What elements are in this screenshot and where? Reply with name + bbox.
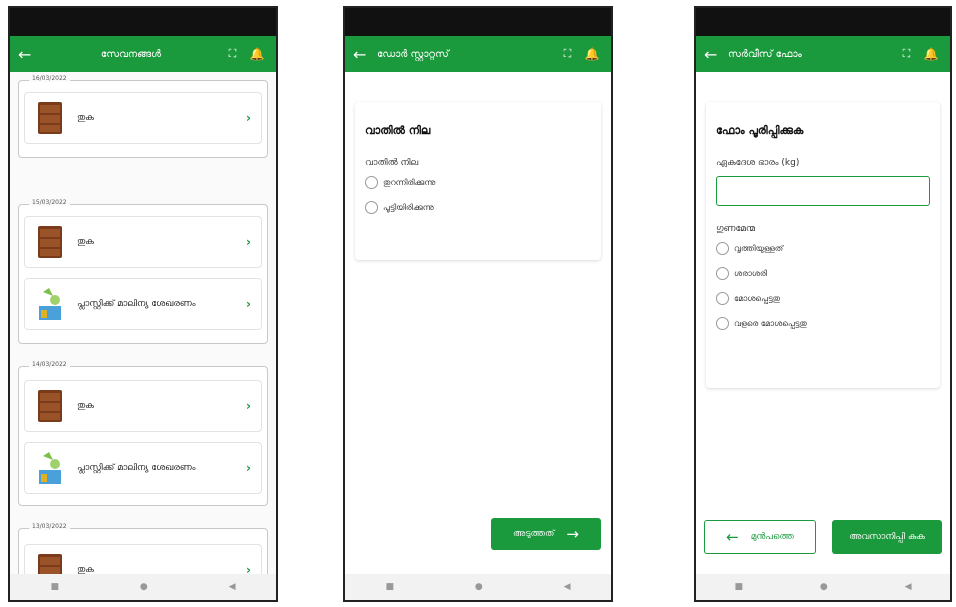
app-bar: ← സർവീസ് ഫോം ⛶ 🔔 [696,36,950,72]
next-button[interactable]: അടുത്തത് → [491,518,601,550]
app-bar: ← ഡോർ സ്റ്റാറ്റസ് ⛶ 🔔 [345,36,611,72]
door-status-content: വാതിൽ നില വാതിൽ നില തുറന്നിരിക്കുന്നു പൂ… [345,72,611,574]
bell-icon[interactable]: 🔔 [920,47,942,61]
home-icon[interactable]: ● [140,582,148,592]
services-list: 16/03/2022 തുക › 15/03/2022 തുക › പ്ലാസ്… [10,72,276,600]
radio-option-average[interactable]: ശരാശരി [716,267,930,280]
radio-button[interactable] [365,176,378,189]
service-item-label: തുക [77,113,94,123]
previous-button[interactable]: ← മുൻപത്തെ [704,520,816,554]
chevron-right-icon: › [246,297,251,311]
recents-icon[interactable]: ■ [734,582,743,592]
status-bar [345,8,611,36]
service-form-card: ഫോം പൂരിപ്പിക്കുക ഏകദേശ ഭാരം (kg) ഗുണമേന… [706,102,940,388]
question-label: വാതിൽ നില [365,158,419,168]
finish-button-label: അവസാനിപ്പി കുക [849,532,925,542]
service-item-label: പ്ലാസ്റ്റിക്ക് മാലിന്യ ശേഖരണം [77,299,196,309]
radio-option-clean[interactable]: വൃത്തിയുള്ളത് [716,242,930,255]
radio-label: വൃത്തിയുള്ളത് [734,243,784,253]
home-icon[interactable]: ● [475,582,483,592]
date-label: 14/03/2022 [29,361,70,368]
date-label: 15/03/2022 [29,199,70,206]
recents-icon[interactable]: ■ [50,582,59,592]
recycle-icon [39,288,61,320]
radio-label: പൂട്ടിയിരിക്കുന്നു [383,202,434,212]
back-nav-icon[interactable]: ◀ [564,582,571,592]
service-item-amount[interactable]: തുക › [24,92,262,144]
radio-option-open[interactable]: തുറന്നിരിക്കുന്നു [365,176,591,189]
arrow-right-icon: → [566,525,579,543]
system-nav-bar: ■ ● ◀ [10,574,276,600]
door-status-card: വാതിൽ നില വാതിൽ നില തുറന്നിരിക്കുന്നു പൂ… [355,102,601,260]
service-item-plastic[interactable]: പ്ലാസ്റ്റിക്ക് മാലിന്യ ശേഖരണം › [24,442,262,494]
recents-icon[interactable]: ■ [385,582,394,592]
system-nav-bar: ■ ● ◀ [696,574,950,600]
status-bar [696,8,950,36]
service-item-amount[interactable]: തുക › [24,216,262,268]
fullscreen-icon[interactable]: ⛶ [220,47,246,61]
radio-button[interactable] [716,292,729,305]
recycle-icon [39,452,61,484]
quality-label: ഗുണമേന്മ [716,224,756,234]
date-label: 13/03/2022 [29,523,70,530]
arrow-left-icon: ← [726,528,739,546]
chevron-right-icon: › [246,235,251,249]
radio-label: മോശപ്പെട്ടതു [734,293,781,303]
radio-button[interactable] [716,267,729,280]
service-item-label: തുക [77,237,94,247]
phone-services: ← സേവനങ്ങൾ ⛶ 🔔 16/03/2022 തുക › 15/03/20… [8,6,278,602]
date-label: 16/03/2022 [29,75,70,82]
service-item-label: തുക [77,401,94,411]
radio-button[interactable] [716,242,729,255]
radio-option-very-bad[interactable]: വളരെ മോശപ്പെട്ടതു [716,317,930,330]
back-nav-icon[interactable]: ◀ [905,582,912,592]
weight-label: ഏകദേശ ഭാരം (kg) [716,158,800,168]
app-bar: ← സേവനങ്ങൾ ⛶ 🔔 [10,36,276,72]
service-form-content: ഫോം പൂരിപ്പിക്കുക ഏകദേശ ഭാരം (kg) ഗുണമേന… [696,72,950,574]
bell-icon[interactable]: 🔔 [246,47,268,61]
radio-label: വളരെ മോശപ്പെട്ടതു [734,318,807,328]
card-heading: ഫോം പൂരിപ്പിക്കുക [716,124,804,137]
back-arrow-icon[interactable]: ← [353,45,377,64]
back-nav-icon[interactable]: ◀ [229,582,236,592]
service-item-plastic[interactable]: പ്ലാസ്റ്റിക്ക് മാലിന്യ ശേഖരണം › [24,278,262,330]
chevron-right-icon: › [246,399,251,413]
page-title: സർവീസ് ഫോം [728,48,802,60]
service-item-amount[interactable]: തുക › [24,380,262,432]
service-item-label: പ്ലാസ്റ്റിക്ക് മാലിന്യ ശേഖരണം [77,463,196,473]
radio-option-locked[interactable]: പൂട്ടിയിരിക്കുന്നു [365,201,591,214]
cabinet-icon [38,226,62,258]
page-title: സേവനങ്ങൾ [100,48,162,60]
radio-label: തുറന്നിരിക്കുന്നു [383,177,436,187]
radio-button[interactable] [716,317,729,330]
radio-button[interactable] [365,201,378,214]
page-title: ഡോർ സ്റ്റാറ്റസ് [377,48,449,60]
phone-service-form: ← സർവീസ് ഫോം ⛶ 🔔 ഫോം പൂരിപ്പിക്കുക ഏകദേശ… [694,6,952,602]
phone-door-status: ← ഡോർ സ്റ്റാറ്റസ് ⛶ 🔔 വാതിൽ നില വാതിൽ നി… [343,6,613,602]
bell-icon[interactable]: 🔔 [581,47,603,61]
cabinet-icon [38,390,62,422]
fullscreen-icon[interactable]: ⛶ [894,47,920,61]
chevron-right-icon: › [246,461,251,475]
back-arrow-icon[interactable]: ← [18,45,42,64]
fullscreen-icon[interactable]: ⛶ [555,47,581,61]
radio-option-bad[interactable]: മോശപ്പെട്ടതു [716,292,930,305]
weight-input[interactable] [716,176,930,206]
system-nav-bar: ■ ● ◀ [345,574,611,600]
chevron-right-icon: › [246,111,251,125]
status-bar [10,8,276,36]
finish-button[interactable]: അവസാനിപ്പി കുക [832,520,942,554]
back-arrow-icon[interactable]: ← [704,45,728,64]
radio-label: ശരാശരി [734,268,768,278]
next-button-label: അടുത്തത് [513,529,555,539]
card-heading: വാതിൽ നില [365,124,431,137]
cabinet-icon [38,102,62,134]
home-icon[interactable]: ● [820,582,828,592]
previous-button-label: മുൻപത്തെ [750,532,794,542]
